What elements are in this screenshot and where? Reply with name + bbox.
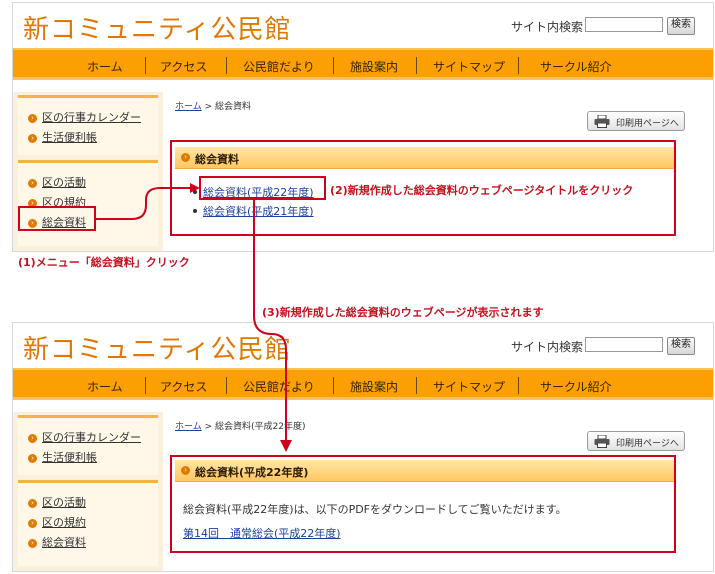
nav-separator bbox=[333, 57, 334, 74]
arrow-circle-icon: › bbox=[28, 519, 37, 528]
nav-item-home[interactable]: ホーム bbox=[87, 58, 123, 75]
annotation-step3: (3)新規作成した総会資料のウェブページが表示されます bbox=[262, 306, 544, 319]
nav-separator bbox=[518, 57, 519, 74]
search-label: サイト内検索 bbox=[511, 20, 584, 34]
arrow-circle-icon: › bbox=[28, 134, 37, 143]
sidebar-group-bar bbox=[18, 160, 158, 163]
sidebar-item-calendar[interactable]: › 区の行事カレンダー bbox=[28, 429, 141, 445]
nav-item-sitemap[interactable]: サイトマップ bbox=[433, 378, 505, 395]
nav-item-newsletter[interactable]: 公民館だより bbox=[243, 58, 315, 75]
nav-item-sitemap[interactable]: サイトマップ bbox=[433, 58, 505, 75]
printer-icon bbox=[594, 115, 610, 128]
main-nav: ホーム アクセス 公民館だより 施設案内 サイトマップ サークル紹介 bbox=[13, 48, 713, 80]
highlight-doc-link bbox=[199, 176, 326, 200]
breadcrumb: ホーム > 総会資料(平成22年度) bbox=[175, 419, 306, 432]
nav-separator bbox=[518, 377, 519, 394]
highlight-section-after bbox=[170, 455, 676, 553]
search-input[interactable] bbox=[585, 337, 663, 352]
search-label: サイト内検索 bbox=[511, 340, 584, 354]
sidebar-item-activities[interactable]: › 区の活動 bbox=[28, 174, 86, 190]
nav-item-circles[interactable]: サークル紹介 bbox=[540, 378, 612, 395]
print-button-label: 印刷用ページへ bbox=[616, 119, 679, 129]
main-nav: ホーム アクセス 公民館だより 施設案内 サイトマップ サークル紹介 bbox=[13, 368, 713, 400]
nav-separator bbox=[416, 377, 417, 394]
sidebar-group-1: › 区の行事カレンダー › 生活便利帳 bbox=[18, 415, 158, 475]
breadcrumb-home-link[interactable]: ホーム bbox=[175, 422, 202, 432]
sidebar-item-label: 生活便利帳 bbox=[42, 131, 97, 144]
sidebar-item-label: 生活便利帳 bbox=[42, 451, 97, 464]
sidebar-item-label: 区の活動 bbox=[42, 176, 86, 189]
nav-item-facilities[interactable]: 施設案内 bbox=[350, 58, 398, 75]
sidebar-item-activities[interactable]: › 区の活動 bbox=[28, 494, 86, 510]
sidebar-item-label: 区の行事カレンダー bbox=[42, 111, 141, 124]
nav-item-newsletter[interactable]: 公民館だより bbox=[243, 378, 315, 395]
sidebar-group-bar bbox=[18, 480, 158, 483]
sidebar-item-label: 区の行事カレンダー bbox=[42, 431, 141, 444]
sidebar-item-rules[interactable]: › 区の規約 bbox=[28, 514, 86, 530]
print-page-button[interactable]: 印刷用ページへ bbox=[587, 431, 685, 451]
nav-separator bbox=[333, 377, 334, 394]
arrow-circle-icon: › bbox=[28, 179, 37, 188]
arrow-circle-icon: › bbox=[28, 434, 37, 443]
sidebar-group-2: › 区の活動 › 区の規約 › 総会資料 bbox=[18, 160, 158, 246]
search-input[interactable] bbox=[585, 17, 663, 32]
search-button[interactable]: 検索 bbox=[667, 17, 695, 35]
nav-separator bbox=[416, 57, 417, 74]
nav-separator bbox=[226, 57, 227, 74]
nav-item-circles[interactable]: サークル紹介 bbox=[540, 58, 612, 75]
breadcrumb-separator: > bbox=[204, 102, 213, 112]
nav-separator bbox=[145, 57, 146, 74]
printer-icon bbox=[594, 435, 610, 448]
sidebar-item-label: 区の規約 bbox=[42, 516, 86, 529]
nav-separator bbox=[226, 377, 227, 394]
nav-item-access[interactable]: アクセス bbox=[160, 58, 207, 75]
nav-item-home[interactable]: ホーム bbox=[87, 378, 123, 395]
search-button[interactable]: 検索 bbox=[667, 337, 695, 355]
sidebar-group-1: › 区の行事カレンダー › 生活便利帳 bbox=[18, 95, 158, 155]
breadcrumb-current: 総会資料(平成22年度) bbox=[215, 422, 306, 432]
nav-item-access[interactable]: アクセス bbox=[160, 378, 207, 395]
breadcrumb-current: 総会資料 bbox=[215, 102, 252, 112]
sidebar-group-bar bbox=[18, 95, 158, 98]
sidebar-group-bar bbox=[18, 415, 158, 418]
breadcrumb-home-link[interactable]: ホーム bbox=[175, 102, 202, 112]
nav-separator bbox=[145, 377, 146, 394]
site-title: 新コミュニティ公民館 bbox=[23, 335, 292, 365]
arrow-circle-icon: › bbox=[28, 499, 37, 508]
nav-item-facilities[interactable]: 施設案内 bbox=[350, 378, 398, 395]
sidebar-item-handbook[interactable]: › 生活便利帳 bbox=[28, 129, 97, 145]
print-button-label: 印刷用ページへ bbox=[616, 439, 679, 449]
breadcrumb: ホーム > 総会資料 bbox=[175, 99, 251, 112]
sidebar: › 区の行事カレンダー › 生活便利帳 › 区の活動 › 区の規約 › 総会資料 bbox=[13, 412, 163, 571]
annotation-step2: (2)新規作成した総会資料のウェブページタイトルをクリック bbox=[330, 184, 634, 197]
sidebar-group-2: › 区の活動 › 区の規約 › 総会資料 bbox=[18, 480, 158, 566]
annotation-step1: (1)メニュー「総会資料」クリック bbox=[18, 256, 190, 269]
print-page-button[interactable]: 印刷用ページへ bbox=[587, 111, 685, 131]
site-title: 新コミュニティ公民館 bbox=[23, 15, 292, 45]
sidebar-item-label: 区の活動 bbox=[42, 496, 86, 509]
sidebar-item-handbook[interactable]: › 生活便利帳 bbox=[28, 449, 97, 465]
sidebar-item-meeting-docs[interactable]: › 総会資料 bbox=[28, 534, 86, 550]
sidebar-item-calendar[interactable]: › 区の行事カレンダー bbox=[28, 109, 141, 125]
highlight-sidebar-meeting-docs bbox=[18, 206, 96, 231]
arrow-circle-icon: › bbox=[28, 539, 37, 548]
arrow-circle-icon: › bbox=[28, 114, 37, 123]
sidebar-item-label: 総会資料 bbox=[42, 536, 86, 549]
arrow-circle-icon: › bbox=[28, 454, 37, 463]
breadcrumb-separator: > bbox=[204, 422, 213, 432]
